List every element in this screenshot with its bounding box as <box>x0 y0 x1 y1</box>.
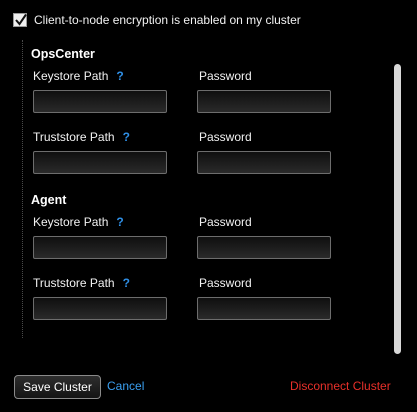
agent-keystore-path-label: Keystore Path? <box>33 215 124 229</box>
encryption-option: Client-to-node encryption is enabled on … <box>13 13 301 27</box>
question-mark-icon[interactable]: ? <box>123 276 130 290</box>
ssl-settings-section <box>22 40 391 338</box>
question-mark-icon[interactable]: ? <box>116 69 123 83</box>
opscenter-group-title: OpsCenter <box>31 47 95 61</box>
disconnect-cluster-link[interactable]: Disconnect Cluster <box>290 379 391 393</box>
truststore-path-label-text: Truststore Path <box>33 276 115 290</box>
agent-truststore-path-label: Truststore Path? <box>33 276 130 290</box>
agent-truststore-password-input[interactable] <box>197 297 331 320</box>
agent-truststore-password-label: Password <box>199 276 252 290</box>
scrollbar[interactable] <box>394 64 401 354</box>
agent-keystore-password-label: Password <box>199 215 252 229</box>
agent-truststore-path-input[interactable] <box>33 297 167 320</box>
opscenter-truststore-password-input[interactable] <box>197 151 331 174</box>
opscenter-truststore-path-input[interactable] <box>33 151 167 174</box>
encryption-checkbox[interactable] <box>13 13 27 27</box>
question-mark-icon[interactable]: ? <box>123 130 130 144</box>
encryption-label: Client-to-node encryption is enabled on … <box>34 13 301 27</box>
cancel-link[interactable]: Cancel <box>107 379 144 393</box>
keystore-path-label-text: Keystore Path <box>33 69 109 83</box>
opscenter-keystore-path-label: Keystore Path? <box>33 69 124 83</box>
opscenter-truststore-path-label: Truststore Path? <box>33 130 130 144</box>
agent-group-title: Agent <box>31 193 67 207</box>
checkmark-icon <box>15 13 27 26</box>
opscenter-keystore-path-input[interactable] <box>33 90 167 113</box>
encryption-settings-panel: Client-to-node encryption is enabled on … <box>0 0 417 412</box>
question-mark-icon[interactable]: ? <box>116 215 123 229</box>
save-cluster-button[interactable]: Save Cluster <box>14 375 101 399</box>
opscenter-keystore-password-input[interactable] <box>197 90 331 113</box>
agent-keystore-password-input[interactable] <box>197 236 331 259</box>
keystore-path-label-text: Keystore Path <box>33 215 109 229</box>
agent-keystore-path-input[interactable] <box>33 236 167 259</box>
truststore-path-label-text: Truststore Path <box>33 130 115 144</box>
opscenter-truststore-password-label: Password <box>199 130 252 144</box>
opscenter-keystore-password-label: Password <box>199 69 252 83</box>
